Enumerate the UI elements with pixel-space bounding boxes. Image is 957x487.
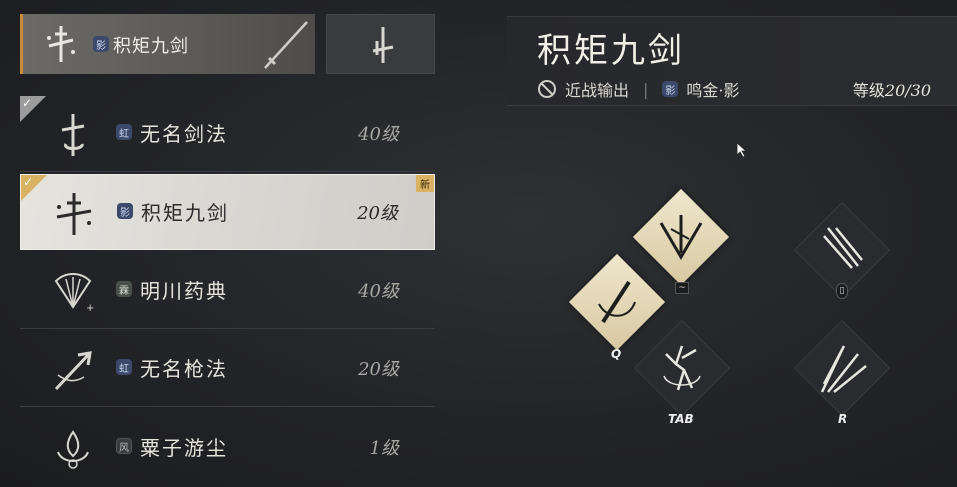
lotus-icon [57,430,89,469]
school-badge: 虹 [116,124,132,140]
svg-text:+: + [86,303,94,314]
sword-school-icon [47,26,75,62]
multi-slash-skill-icon [823,227,863,269]
skill-meta: 近战输出 | 影 鸣金·影 [537,77,740,101]
equipped-weapon-name: 积矩九剑 [113,36,189,57]
melee-role-icon [538,80,556,98]
school-badge: 霖 [116,281,132,297]
list-item-level: 40级 [358,281,399,302]
spear-school-icon [372,27,394,63]
list-item-level: 20级 [358,359,399,380]
dance-figure-skill-icon [663,345,701,391]
list-item-name: 无名剑法 [140,122,228,146]
skill-title: 积矩九剑 [537,31,685,71]
mouse-button-icon: ▯ [836,283,848,299]
list-item[interactable]: 风 粟子游尘 1级 [20,410,435,486]
sword-art-icon [61,114,85,156]
list-item-level: 20级 [357,203,398,224]
equipped-weapon-slot[interactable]: 影 积矩九剑 [20,14,315,74]
list-item-selected[interactable]: ✓ 新 影 积矩九剑 20级 [20,174,435,250]
role-label: 近战输出 [565,81,630,100]
spear-art-icon [54,351,92,391]
list-item[interactable]: ✓ 虹 无名剑法 40级 [20,96,435,172]
school-badge: 影 [662,81,679,97]
school-badge: 影 [117,203,133,219]
list-item-name: 积矩九剑 [141,201,229,225]
secondary-weapon-slot[interactable] [326,14,435,74]
divider: | [643,79,649,99]
equipped-check-icon: ✓ [20,96,46,122]
sword-cross-skill-icon [659,215,703,260]
school-badge: 虹 [116,359,132,375]
list-item-level: 40级 [358,124,399,145]
equipped-check-icon: ✓ [21,175,47,201]
list-item-name: 明川药典 [140,279,228,303]
key-hint-r: R [838,412,848,426]
key-hint-tilde: ~ [675,282,689,294]
list-item-level: 1级 [369,438,399,459]
list-item[interactable]: 虹 无名枪法 20级 [20,331,435,407]
list-item-name: 无名枪法 [140,357,228,381]
new-tag: 新 [416,175,434,192]
key-hint-q: Q [611,347,622,361]
grade-label: 等级 [852,81,885,100]
slash-skill-icon [598,280,636,324]
mouse-cursor-icon [736,142,748,158]
school-badge: 风 [116,438,132,454]
school-badge: 影 [93,36,109,52]
sword-school-icon [56,193,92,235]
school-label: 鸣金·影 [686,81,740,100]
grade-value: 20/30 [884,81,931,100]
sword-icon [264,21,308,69]
list-item-name: 粟子游尘 [140,436,228,460]
fan-icon: + [54,272,94,314]
list-item[interactable]: + 霖 明川药典 40级 [20,253,435,329]
key-hint-tab: TAB [668,412,694,426]
grade-display: 等级20/30 [853,77,931,101]
sword-burst-skill-icon [820,345,867,393]
skill-detail-header: 积矩九剑 近战输出 | 影 鸣金·影 等级20/30 [507,16,957,106]
